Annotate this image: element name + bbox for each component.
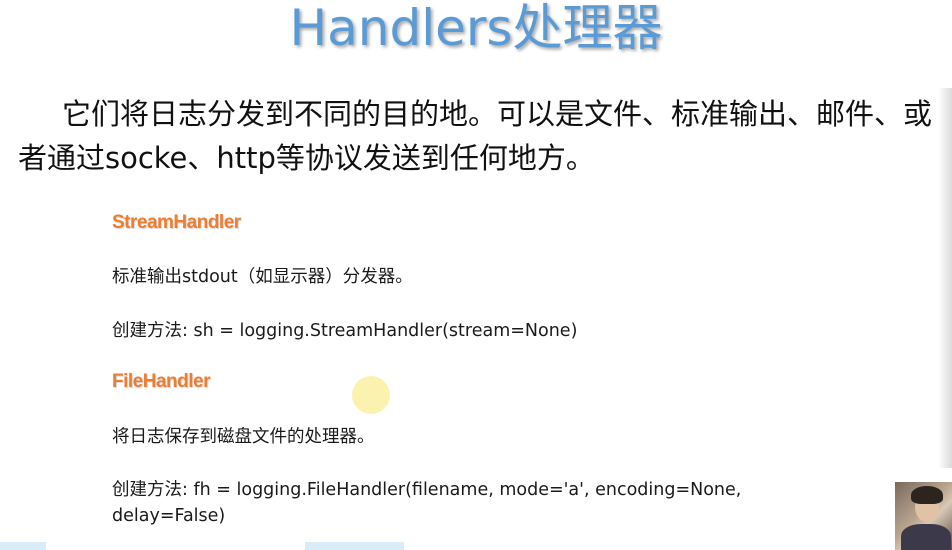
webcam-overlay (895, 482, 952, 550)
streamhandler-usage: 创建方法: sh = logging.StreamHandler(stream=… (112, 321, 578, 341)
filehandler-usage: 创建方法: fh = logging.FileHandler(filename,… (112, 480, 742, 526)
streamhandler-heading: StreamHandler (112, 212, 241, 233)
webcam-person-hair (911, 486, 943, 504)
slide: Handlers处理器 它们将日志分发到不同的目的地。可以是文件、标准输出、邮件… (0, 0, 952, 550)
cursor-highlight (352, 376, 390, 414)
bottom-decoration-strip (0, 542, 952, 550)
intro-paragraph: 它们将日志分发到不同的目的地。可以是文件、标准输出、邮件、或者通过socke、h… (18, 97, 933, 175)
webcam-person-body (901, 524, 951, 550)
slide-title: Handlers处理器 (289, 0, 663, 57)
filehandler-description: 将日志保存到磁盘文件的处理器。 (112, 427, 375, 447)
streamhandler-description: 标准输出stdout（如显示器）分发器。 (112, 267, 413, 287)
slide-edge-shadow (938, 88, 952, 468)
filehandler-heading: FileHandler (112, 371, 210, 392)
